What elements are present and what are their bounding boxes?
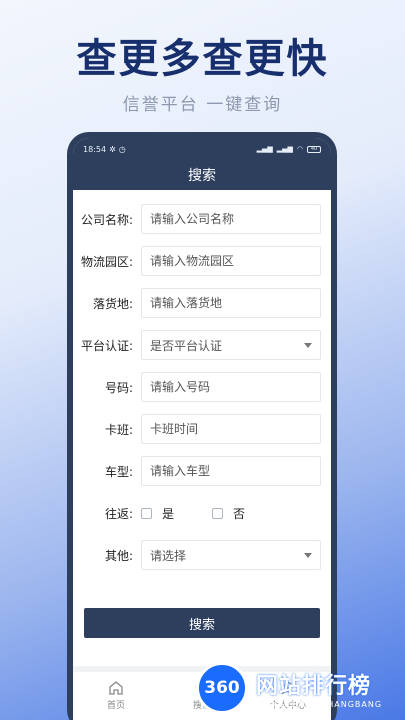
schedule-label: 卡班: <box>104 422 133 437</box>
form-row-cert: 平台认证: 是否平台认证 <box>73 324 331 366</box>
nav-bar: 搜索 <box>73 160 331 190</box>
watermark-name: 网站排行榜 <box>256 673 372 699</box>
wifi-icon: ◠ <box>296 145 303 153</box>
drop-label: 落货地: <box>92 296 133 311</box>
drop-input[interactable] <box>141 288 321 318</box>
phone-frame: 18:54 ✲ ◷ ▂▄▆ ▂▄▆ ◠ 40 搜索 公司名称: 物流园区: <box>67 132 337 720</box>
form-row-company: 公司名称: <box>73 198 331 240</box>
park-input[interactable] <box>141 246 321 276</box>
other-select-value: 请选择 <box>150 548 187 563</box>
number-label: 号码: <box>104 380 133 395</box>
app-screen: 18:54 ✲ ◷ ▂▄▆ ▂▄▆ ◠ 40 搜索 公司名称: 物流园区: <box>73 138 331 720</box>
form-row-number: 号码: <box>73 366 331 408</box>
form-row-drop: 落货地: <box>73 282 331 324</box>
watermark-logo: 360 <box>196 662 248 714</box>
round-trip-no-label: 否 <box>233 506 246 521</box>
promo-subhead: 信誉平台 一键查询 <box>122 95 283 115</box>
park-label: 物流园区: <box>80 254 133 269</box>
other-select[interactable]: 请选择 <box>141 540 321 570</box>
gear-icon: ✲ <box>109 144 116 154</box>
search-button[interactable]: 搜索 <box>84 608 320 638</box>
status-bar: 18:54 ✲ ◷ ▂▄▆ ▂▄▆ ◠ 40 <box>73 138 331 160</box>
form-row-model: 车型: <box>73 450 331 492</box>
tab-home-label: 首页 <box>106 701 125 711</box>
model-input[interactable] <box>141 456 321 486</box>
company-label: 公司名称: <box>80 212 133 227</box>
status-time: 18:54 <box>83 144 107 154</box>
watermark-text: 网站排行榜 WANGZHANPAIHANGBANG <box>256 668 382 709</box>
cert-select-value: 是否平台认证 <box>150 338 223 353</box>
checkbox-icon <box>141 507 152 519</box>
form-row-park: 物流园区: <box>73 240 331 282</box>
caret-down-icon <box>304 342 312 348</box>
company-input[interactable] <box>141 204 321 234</box>
battery-icon: 40 <box>307 145 321 153</box>
tab-home[interactable]: 首页 <box>86 680 146 711</box>
number-input[interactable] <box>141 372 321 402</box>
watermark-domain: WANGZHANPAIHANGBANG <box>256 699 383 709</box>
search-form: 公司名称: 物流园区: 落货地: 平台认证: 是否平台认证 号码: <box>73 190 331 576</box>
form-row-round-trip: 往返: 是 否 <box>73 492 331 534</box>
cert-select[interactable]: 是否平台认证 <box>141 330 321 360</box>
round-trip-options: 是 否 <box>141 505 245 522</box>
home-icon <box>109 681 123 695</box>
form-row-schedule: 卡班: <box>73 408 331 450</box>
signal-icon: ▂▄▆ <box>256 145 273 153</box>
alarm-icon: ◷ <box>118 144 126 154</box>
schedule-input[interactable] <box>141 414 321 444</box>
round-trip-label: 往返: <box>104 506 133 521</box>
round-trip-yes[interactable]: 是 <box>141 505 174 522</box>
round-trip-yes-label: 是 <box>162 506 175 521</box>
signal-icon-2: ▂▄▆ <box>276 145 293 153</box>
round-trip-no[interactable]: 否 <box>212 505 245 522</box>
promo-headline: 查更多查更快 <box>76 36 329 82</box>
nav-title: 搜索 <box>188 168 216 184</box>
checkbox-icon <box>212 507 224 519</box>
caret-down-icon <box>304 552 312 558</box>
watermark: 360 网站排行榜 WANGZHANPAIHANGBANG <box>196 656 405 720</box>
cert-label: 平台认证: <box>80 338 133 353</box>
form-row-other: 其他: 请选择 <box>73 534 331 576</box>
other-label: 其他: <box>104 548 133 563</box>
model-label: 车型: <box>104 464 133 479</box>
